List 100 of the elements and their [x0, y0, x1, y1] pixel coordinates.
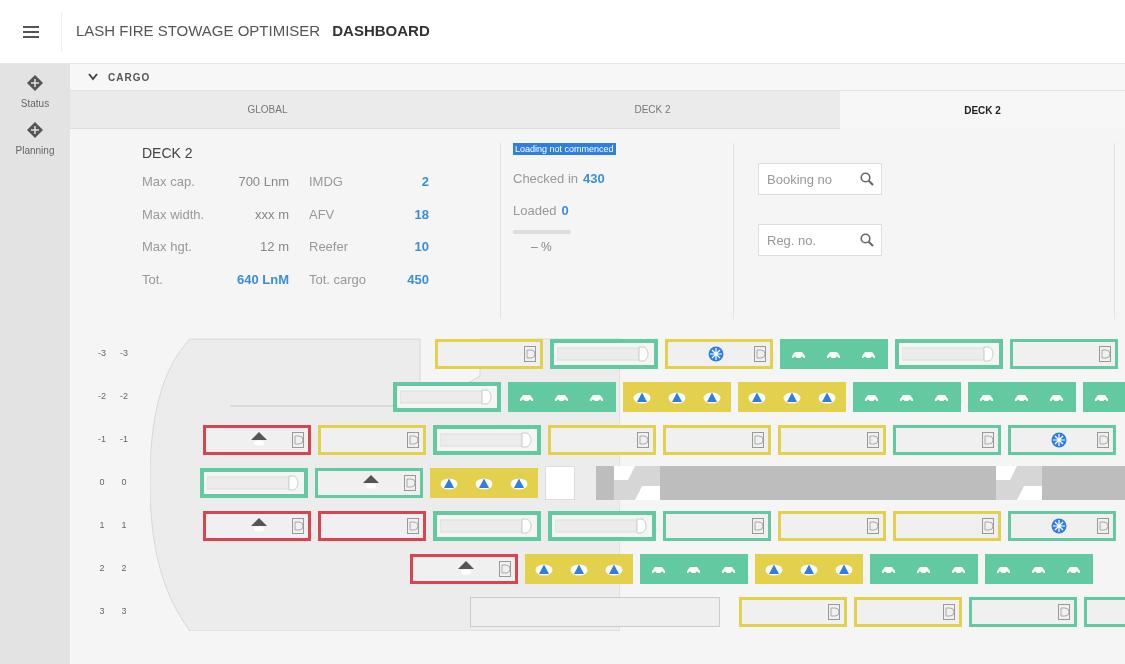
hitch-icon — [982, 432, 994, 448]
app-title: LASH FIRE STOWAGE OPTIMISER — [76, 21, 321, 42]
lane-label: 3 — [98, 605, 106, 619]
triangle-icon — [362, 475, 380, 489]
progress-reading: – % — [531, 239, 553, 256]
lane-label: 0 — [120, 476, 128, 490]
lane-label: 2 — [98, 562, 106, 576]
vehicle-slot[interactable] — [200, 468, 308, 498]
hitch-icon — [292, 518, 304, 534]
snowflake-icon — [1051, 432, 1067, 448]
car-group-slot[interactable] — [985, 554, 1093, 584]
stat-value: 2 — [420, 173, 429, 191]
status-badge: Loading not commenced — [513, 143, 616, 155]
menu-icon[interactable] — [22, 25, 39, 38]
search-field[interactable]: Reg. no. — [758, 224, 882, 256]
trailer-slot[interactable] — [1008, 511, 1116, 541]
trailer-slot[interactable] — [969, 597, 1077, 627]
hazard-slot[interactable] — [738, 382, 846, 412]
loaded-label: Loaded — [513, 201, 557, 220]
checked-in-value: 430 — [583, 170, 605, 188]
trailer-slot[interactable] — [203, 511, 311, 541]
trailer-slot[interactable] — [1008, 425, 1116, 455]
search-field[interactable]: Booking no — [758, 163, 882, 195]
hitch-icon — [752, 518, 764, 534]
snowflake-icon — [708, 346, 724, 362]
triangle-icon — [457, 561, 475, 575]
stat-label: IMDG — [309, 173, 344, 191]
lane-label: 3 — [120, 605, 128, 619]
diamond-icon — [26, 121, 44, 139]
stat-label: Max hgt. — [142, 238, 193, 256]
hitch-icon — [499, 561, 511, 577]
car-group-slot[interactable] — [508, 382, 616, 412]
tab[interactable]: DECK 2 — [465, 91, 840, 129]
hitch-icon — [637, 432, 649, 448]
hazard-slot[interactable] — [430, 468, 538, 498]
vehicle-slot[interactable] — [548, 511, 656, 541]
stat-value: 450 — [406, 270, 429, 289]
trailer-slot[interactable] — [315, 468, 423, 498]
hitch-icon — [292, 432, 304, 448]
lane-label: -3 — [120, 347, 128, 361]
stat-value: 18 — [413, 205, 429, 224]
hazard-slot[interactable] — [623, 382, 731, 412]
stat-label: Tot. — [142, 270, 164, 289]
lane-label: 2 — [120, 562, 128, 576]
hitch-icon — [754, 346, 766, 362]
car-group-slot[interactable] — [780, 339, 888, 369]
diamond-icon — [26, 74, 44, 92]
lane-label: -2 — [98, 390, 106, 404]
hitch-icon — [867, 432, 879, 448]
lane-label: 1 — [120, 519, 128, 533]
hitch-icon — [828, 604, 840, 620]
vehicle-slot[interactable] — [895, 339, 1003, 369]
hitch-icon — [943, 604, 955, 620]
tab[interactable]: GLOBAL — [70, 91, 465, 129]
hitch-icon — [752, 432, 764, 448]
empty-slot[interactable] — [545, 466, 575, 500]
hitch-icon — [1097, 432, 1109, 448]
lane-label: -1 — [120, 433, 128, 447]
stat-label: Max width. — [142, 205, 206, 224]
stat-label: Reefer — [309, 238, 350, 256]
hitch-icon — [524, 346, 536, 362]
hazard-slot[interactable] — [755, 554, 863, 584]
car-group-slot[interactable] — [968, 382, 1076, 412]
hitch-icon — [1097, 518, 1109, 534]
trailer-slot[interactable] — [318, 511, 426, 541]
stat-value: 640 LnM — [236, 270, 289, 289]
trailer-slot[interactable] — [893, 425, 1001, 455]
hitch-icon — [1099, 346, 1111, 362]
trailer-slot[interactable] — [1010, 339, 1118, 369]
vehicle-slot[interactable] — [433, 425, 541, 455]
hitch-icon — [982, 518, 994, 534]
vehicle-slot[interactable] — [433, 511, 541, 541]
car-group-slot[interactable] — [870, 554, 978, 584]
hitch-icon — [1058, 604, 1070, 620]
vehicle-slot[interactable] — [550, 339, 658, 369]
lane-label: -2 — [120, 390, 128, 404]
car-group-slot[interactable] — [853, 382, 961, 412]
hitch-icon — [407, 432, 419, 448]
sidebar-item[interactable]: Status — [2, 72, 68, 113]
sidebar-item[interactable]: Planning — [2, 119, 68, 160]
page-title: DASHBOARD — [332, 21, 430, 42]
search-icon[interactable] — [860, 172, 874, 186]
deck-title: DECK 2 — [142, 144, 194, 163]
checked-in-label: Checked in — [513, 170, 579, 188]
triangle-icon — [250, 432, 268, 446]
search-icon[interactable] — [860, 233, 874, 247]
trailer-slot[interactable] — [203, 425, 311, 455]
hitch-icon — [407, 518, 419, 534]
loaded-value: 0 — [561, 201, 569, 220]
empty-slot[interactable] — [470, 597, 720, 627]
triangle-icon — [250, 518, 268, 532]
car-group-slot[interactable] — [640, 554, 748, 584]
lane-label: -1 — [98, 433, 106, 447]
stat-label: Max cap. — [142, 173, 196, 191]
snowflake-icon — [1051, 518, 1067, 534]
lane-label: 1 — [98, 519, 106, 533]
hazard-slot[interactable] — [525, 554, 633, 584]
vehicle-slot[interactable] — [393, 382, 501, 412]
trailer-slot[interactable] — [410, 554, 518, 584]
trailer-slot[interactable] — [663, 511, 771, 541]
